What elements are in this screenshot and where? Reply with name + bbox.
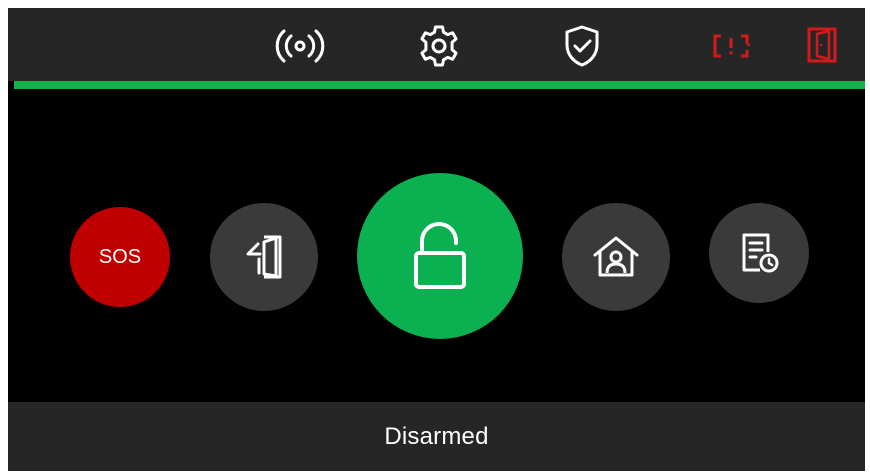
exit-door-icon [246,235,282,279]
door-open-icon[interactable] [806,26,838,64]
gear-icon[interactable] [416,23,462,69]
system-status-text: Disarmed [384,422,489,450]
event-log-icon [742,233,779,273]
status-accent-bar [14,81,865,89]
main-controls: SOS [8,89,865,402]
unlock-button[interactable] [357,173,523,339]
exit-door-button[interactable] [210,203,318,311]
home-user-icon [593,236,639,277]
top-status-bar [8,8,865,81]
shield-check-icon[interactable] [560,23,604,69]
sos-button[interactable]: SOS [70,207,170,307]
panel-screen: SOS Disarmed [8,8,865,471]
home-user-button[interactable] [562,203,670,311]
status-footer: Disarmed [8,402,865,471]
wireless-signal-icon[interactable] [275,28,325,64]
unlocked-padlock-icon [414,222,466,289]
event-log-button[interactable] [709,203,809,303]
sos-label: SOS [98,245,142,268]
tamper-alert-icon[interactable] [712,33,752,59]
